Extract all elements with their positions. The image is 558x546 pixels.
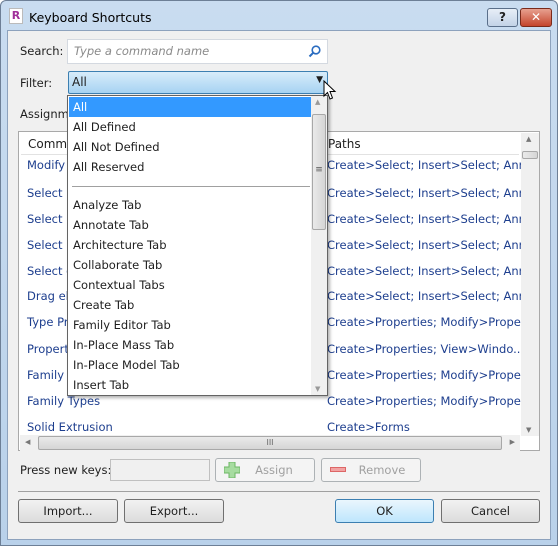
minus-icon xyxy=(330,467,346,472)
dropdown-scrollbar[interactable]: ▲ ≡ ▼ xyxy=(311,96,327,395)
column-header-paths[interactable]: Paths xyxy=(328,134,361,154)
filter-option[interactable]: In-Place Mass Tab xyxy=(69,335,311,355)
divider xyxy=(18,491,540,492)
path-cell: Create>Select; Insert>Select; Ann... xyxy=(327,289,537,303)
cancel-button[interactable]: Cancel xyxy=(441,499,540,523)
assign-label: Assign xyxy=(255,463,293,477)
close-button[interactable]: ✕ xyxy=(520,8,552,27)
path-cell: Create>Properties; Modify>Prope... xyxy=(327,394,532,408)
remove-label: Remove xyxy=(358,463,406,477)
path-cell: Create>Select; Insert>Select; Ann... xyxy=(327,264,537,278)
table-vertical-scrollbar[interactable]: ▲ ▼ xyxy=(521,133,539,436)
command-cell: Solid Extrusion xyxy=(27,420,113,434)
path-cell: Create>Select; Insert>Select; Ann... xyxy=(327,186,537,200)
filter-option[interactable]: Family Editor Tab xyxy=(69,315,311,335)
filter-option[interactable]: Annotate Tab xyxy=(69,215,311,235)
filter-option[interactable]: Collaborate Tab xyxy=(69,255,311,275)
assign-button[interactable]: Assign xyxy=(215,458,315,482)
search-input[interactable]: Type a command name xyxy=(67,39,328,64)
remove-button[interactable]: Remove xyxy=(321,458,421,482)
path-cell: Create>Properties; Modify>Prope... xyxy=(327,368,532,382)
press-new-keys-label: Press new keys: xyxy=(20,463,112,477)
options-separator xyxy=(72,186,310,187)
filter-label: Filter: xyxy=(20,76,53,90)
filter-options-list: All All Defined All Not Defined All Reserve… xyxy=(67,95,328,396)
filter-option[interactable]: In-Place Model Tab xyxy=(69,355,311,375)
mouse-cursor-icon xyxy=(323,80,337,100)
ok-button[interactable]: OK xyxy=(335,499,434,523)
filter-option[interactable]: All Not Defined xyxy=(69,137,311,157)
app-logo-icon: R xyxy=(9,8,23,24)
chevron-down-icon: ▼ xyxy=(316,75,323,85)
new-keys-input[interactable] xyxy=(110,459,210,481)
help-button[interactable]: ? xyxy=(487,8,518,27)
filter-option[interactable]: Contextual Tabs xyxy=(69,275,311,295)
filter-option[interactable]: Analyze Tab xyxy=(69,195,311,215)
search-placeholder: Type a command name xyxy=(74,44,210,58)
command-cell: Type Pr xyxy=(27,315,69,329)
filter-option[interactable]: All Defined xyxy=(69,117,311,137)
filter-option[interactable]: All Reserved xyxy=(69,157,311,177)
search-icon[interactable] xyxy=(308,45,321,58)
path-cell: Create>Select; Insert>Select; Ann... xyxy=(327,238,537,252)
filter-dropdown[interactable]: All ▼ xyxy=(68,71,328,94)
filter-option[interactable]: Architecture Tab xyxy=(69,235,311,255)
command-cell: Select li xyxy=(27,186,73,200)
path-cell: Create>Forms xyxy=(327,420,410,434)
path-cell: Create>Select; Insert>Select; Ann... xyxy=(327,212,537,226)
search-label: Search: xyxy=(20,44,64,58)
filter-option[interactable]: All xyxy=(69,97,311,117)
path-cell: Create>Properties; View>Windo... xyxy=(327,342,525,356)
filter-option[interactable]: Create Tab xyxy=(69,295,311,315)
plus-icon xyxy=(224,462,240,478)
path-cell: Create>Select; Insert>Select; Ann... xyxy=(327,158,537,172)
window-title: Keyboard Shortcuts xyxy=(29,10,152,25)
import-button[interactable]: Import... xyxy=(18,499,118,523)
filter-value: All xyxy=(72,75,87,89)
command-cell: Family Types xyxy=(27,394,101,408)
export-button[interactable]: Export... xyxy=(124,499,224,523)
filter-option[interactable]: Insert Tab xyxy=(69,375,311,395)
command-cell: Modify xyxy=(27,158,66,172)
table-horizontal-scrollbar[interactable]: ◀ III ▶ xyxy=(20,435,520,451)
command-cell: Properti xyxy=(27,342,73,356)
path-cell: Create>Properties; Modify>Prope... xyxy=(327,315,532,329)
